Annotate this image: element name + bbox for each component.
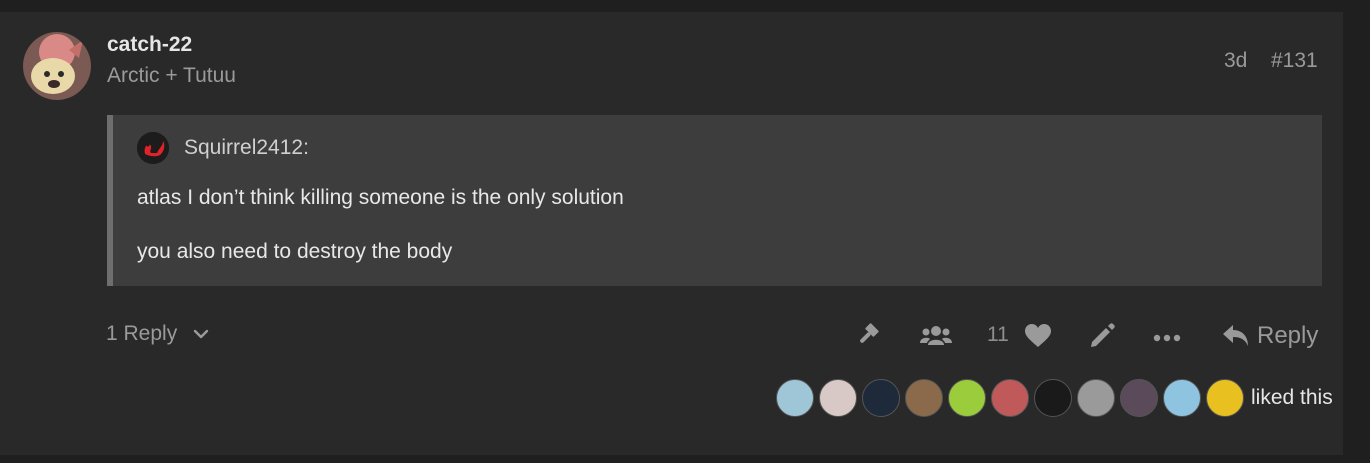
post-date[interactable]: 3d: [1224, 49, 1247, 73]
quote-text-line: you also need to destroy the body: [137, 240, 453, 263]
liker-avatar[interactable]: [905, 379, 943, 417]
liker-avatar[interactable]: [819, 379, 857, 417]
edit-button[interactable]: [1088, 322, 1116, 355]
quote-text-line: atlas I don’t think killing someone is t…: [137, 186, 624, 209]
replies-toggle-button[interactable]: 1 Reply: [106, 322, 209, 346]
author-avatar[interactable]: [23, 32, 91, 100]
liker-avatar[interactable]: [1206, 379, 1244, 417]
liker-avatar[interactable]: [1120, 379, 1158, 417]
post-number[interactable]: #131: [1271, 49, 1318, 73]
admin-wrench-button[interactable]: [857, 323, 887, 354]
quote-block: Squirrel2412: atlas I don’t think killin…: [107, 115, 1322, 286]
more-actions-button[interactable]: [1153, 330, 1181, 348]
show-participants-button[interactable]: [920, 323, 952, 352]
pencil-icon: [1091, 323, 1115, 347]
liker-avatar[interactable]: [991, 379, 1029, 417]
bottom-divider: [0, 455, 1370, 463]
right-edge: [1343, 0, 1370, 463]
liker-avatar[interactable]: [862, 379, 900, 417]
gavel-icon: [860, 323, 879, 343]
liked-this-text: liked this: [1251, 386, 1333, 409]
reply-label[interactable]: Reply: [1257, 322, 1318, 350]
like-button[interactable]: [1024, 323, 1052, 354]
replies-label: 1 Reply: [106, 322, 178, 345]
liker-avatar[interactable]: [1077, 379, 1115, 417]
liker-avatar[interactable]: [948, 379, 986, 417]
quote-author-avatar[interactable]: [137, 132, 169, 164]
quote-author[interactable]: Squirrel2412:: [184, 136, 309, 160]
author-title: Arctic + Tutuu: [107, 64, 236, 87]
like-count[interactable]: 11: [987, 323, 1009, 347]
liker-avatar[interactable]: [1034, 379, 1072, 417]
top-divider: [0, 0, 1370, 12]
heart-icon: [1025, 324, 1051, 347]
chevron-down-icon: [193, 329, 209, 339]
liker-avatar[interactable]: [1163, 379, 1201, 417]
ellipsis-icon: [1153, 334, 1181, 342]
users-icon: [920, 326, 952, 345]
reply-icon: [1223, 325, 1248, 346]
reply-button[interactable]: [1222, 323, 1250, 354]
author-username[interactable]: catch-22: [107, 33, 192, 57]
liker-avatar[interactable]: [776, 379, 814, 417]
